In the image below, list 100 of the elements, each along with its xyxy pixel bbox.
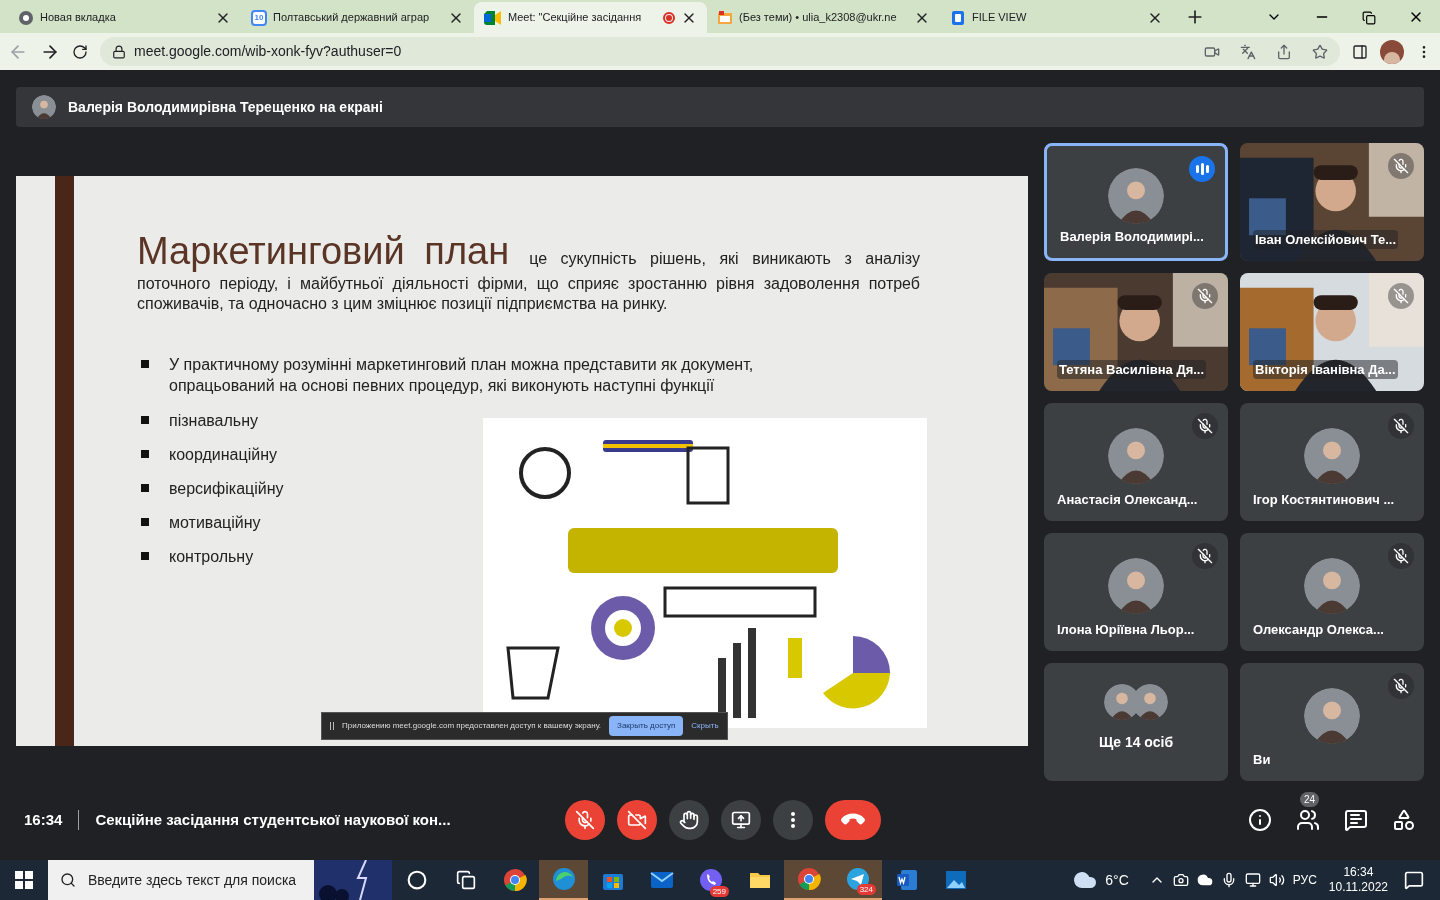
reload-icon[interactable] [72,43,88,60]
search-icon [60,872,76,888]
address-bar[interactable]: meet.google.com/wib-xonk-fyv?authuser=0 [100,37,1340,66]
bookmark-star-icon[interactable] [1312,43,1328,60]
camera-off-button[interactable] [617,800,658,840]
weather-temperature[interactable]: 6°C [1105,869,1129,891]
profile-avatar[interactable] [1380,39,1404,64]
avatar [1108,428,1164,484]
participant-name: Тетяна Василівна Дя... [1057,359,1207,379]
participant-tile[interactable]: Тетяна Василівна Дя... [1044,273,1228,391]
word-icon [894,868,919,892]
volume-icon[interactable] [1268,872,1285,888]
search-input[interactable]: Введите здесь текст для поиска [88,869,314,891]
tab-title: Новая вкладка [40,10,116,26]
activities-icon[interactable] [1392,808,1416,832]
avatar [1304,558,1360,614]
task-view-icon [455,870,476,890]
speaking-indicator-icon [1189,156,1215,182]
participant-tile[interactable]: Олександр Олекса... [1240,533,1424,651]
bullet-text: пізнавальну [169,411,258,431]
participant-tile[interactable]: Анастасія Олександ... [1044,403,1228,521]
avatar [1304,688,1360,744]
slide-intro-paragraph: Маркетинговий план це сукупність рішень, які виникають з аналізу поточного періоду, і майбутньої діяльності фірми, що сприяє зростанню рівня задоволення потреб споживачів, та одночасно з цим зміцнює позиції підприємства на ринку. [137,229,920,314]
tab-title: Meet: "Секційне засідання [508,10,642,26]
clock-time[interactable]: 16:34 [1343,865,1374,880]
avatar [1108,558,1164,614]
side-panel-icon[interactable] [1352,43,1368,60]
camera-off-icon [627,810,648,830]
participant-tile[interactable]: Валерія Володимирі... [1044,143,1228,261]
participant-tile[interactable]: Ігор Костянтинович ... [1240,403,1424,521]
participant-name: Ілона Юріївна Льор... [1057,620,1195,639]
browser-tab[interactable]: Новая вкладка [8,2,241,33]
participant-name: Ви [1253,750,1271,769]
leave-call-button[interactable] [825,800,882,840]
taskbar-search-field[interactable]: Введите здесь текст для поиска [48,860,314,900]
hide-link[interactable]: Скрыть [691,720,719,732]
share-icon[interactable] [1276,43,1292,60]
meeting-time: 16:34 [24,809,63,830]
bullet-icon [141,552,149,560]
unread-badge: 259 [709,886,729,897]
avatar [32,95,56,119]
windows-logo-icon [15,871,33,889]
bullet-icon [141,450,149,458]
translate-icon[interactable] [1240,43,1256,60]
chat-icon[interactable] [1344,808,1368,832]
camera-tray-icon[interactable] [1172,872,1189,888]
participant-tile[interactable]: Ви [1240,663,1424,781]
participant-tile[interactable]: Вікторія Іванівна Да... [1240,273,1424,391]
bullet-text: У практичному розумінні маркетинговий план можна представити як документ, опрацьований на основі певних процедур, які виконують наступні функції [169,355,755,396]
microphone-off-icon [575,810,596,830]
info-icon[interactable] [1248,808,1272,832]
cloud-tray-icon[interactable] [1196,872,1213,888]
participant-tile[interactable]: Іван Олексійович Те... [1240,143,1424,261]
browser-tab[interactable]: FILE VIEW [940,2,1173,33]
chrome-icon [796,867,821,891]
present-screen-icon [731,810,752,830]
participant-name: Іван Олексійович Те... [1253,229,1398,249]
bullet-text: версифікаційну [169,479,284,499]
browser-tab[interactable]: 10 Полтавський державний аграр [241,2,474,33]
notifications-icon[interactable] [1404,870,1424,890]
pause-icon [330,722,334,730]
bullet-icon [141,518,149,526]
keyboard-language[interactable]: РУС [1292,871,1317,889]
bullet-icon [141,416,149,424]
participant-name: Анастасія Олександ... [1057,490,1198,509]
unread-badge: 324 [856,884,876,895]
document-icon [950,9,966,26]
video-camera-icon [484,10,502,25]
browser-tab[interactable]: Meet: "Секційне засідання [474,2,707,33]
present-button[interactable] [721,800,762,840]
clock-date[interactable]: 10.11.2022 [1328,880,1388,895]
chrome-icon [502,868,527,892]
meeting-title: Секційне засідання студентської наукової кон... [95,809,452,830]
calendar-icon: 10 [251,9,267,26]
edge-icon [551,867,576,891]
more-options-button[interactable] [773,800,814,840]
participant-tile[interactable]: Ілона Юріївна Льор... [1044,533,1228,651]
microphone-off-button[interactable] [565,800,606,840]
raise-hand-button[interactable] [669,800,710,840]
presenter-text: Валерія Володимирівна Терещенко на екрані [68,97,383,117]
network-icon[interactable] [1244,872,1261,888]
participant-name: Вікторія Іванівна Да... [1253,359,1398,379]
tab-title: Полтавський державний аграр [273,10,430,26]
lock-icon [112,44,126,59]
restore-icon[interactable] [1362,11,1376,25]
taskbar-app[interactable]: 259 [686,860,735,900]
bullet-icon [141,360,149,368]
url-text: meet.google.com/wib-xonk-fyv?authuser=0 [134,42,402,61]
stop-sharing-button[interactable]: Закрыть доступ [609,716,684,736]
avatar [1304,428,1360,484]
bullet-text: контрольну [169,547,254,567]
participant-name: Олександр Олекса... [1253,620,1384,639]
participant-tile[interactable]: Ще 14 осіб [1044,663,1228,781]
avatar [1108,168,1164,224]
browser-tab[interactable]: (Без теми) • ulia_k2308@ukr.ne [707,2,940,33]
taskbar-app[interactable]: 324 [833,860,882,900]
people-count-badge: 24 [1300,792,1320,807]
bullet-icon [141,484,149,492]
participant-name: Ще 14 осіб [1098,732,1174,752]
people-icon[interactable] [1296,808,1320,832]
